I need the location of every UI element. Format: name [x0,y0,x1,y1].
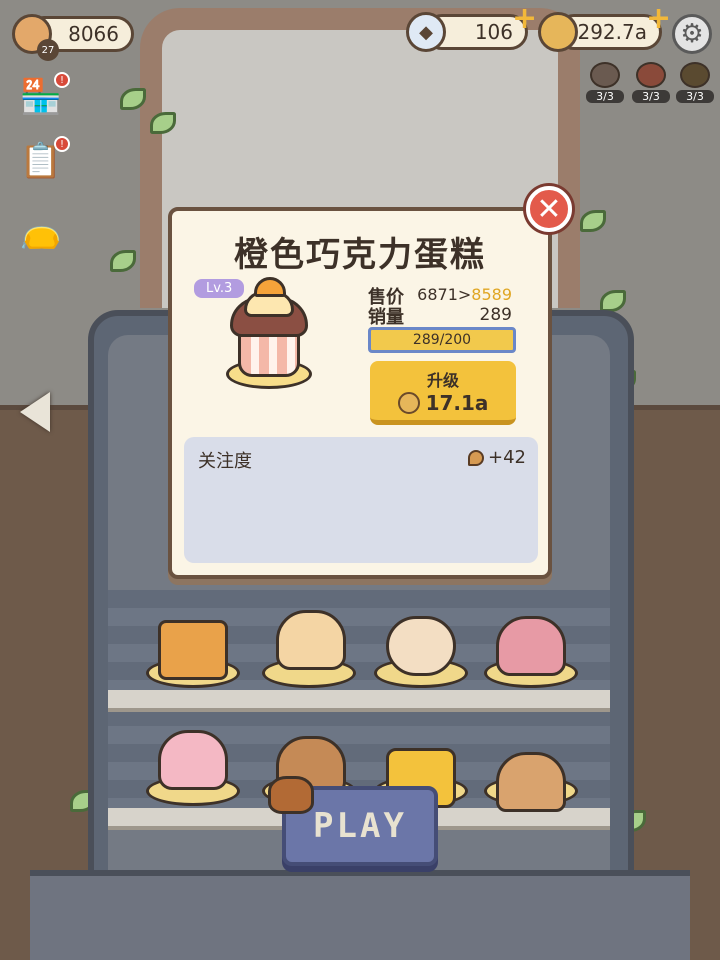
buff-slot[interactable]: 3/3 [586,62,624,106]
sales-label: 销量 [368,307,404,328]
waffle-dessert-item[interactable] [158,620,228,680]
coin-count: 292.7a [577,20,647,44]
upgrade-label: 升级 [426,370,459,390]
left-arrow-icon[interactable] [20,392,50,432]
notification-badge: ! [54,136,70,152]
buff-count: 3/3 [586,90,624,103]
player-level-badge: 27 [37,39,59,61]
buff-count: 3/3 [676,90,714,103]
bread-icon [268,776,314,814]
buff-icon [636,62,666,88]
gift-bag-icon[interactable]: 👝 [14,206,68,256]
bean-icon [468,449,484,466]
add-gems-button[interactable]: + [512,4,537,34]
shelf-board [108,690,610,712]
item-title: 橙色巧克力蛋糕 [234,235,486,275]
price-next: 8589 [471,285,512,304]
buff-icon [590,62,620,88]
coin-icon [397,391,420,414]
price-arrow: > [457,285,472,304]
upgrade-cost: 17.1a [397,390,489,415]
buff-icon [680,62,710,88]
settings-gear-icon[interactable]: ⚙ [672,14,712,54]
add-coins-button[interactable]: + [646,4,671,34]
bean-count: 8066 [68,22,119,46]
price-current: 6871 [417,285,458,304]
pudding-dessert-item[interactable] [276,610,346,670]
buff-slot[interactable]: 3/3 [676,62,714,106]
gem-count: 106 [474,20,513,44]
bear-bread-item[interactable] [386,616,456,676]
notification-badge: ! [54,72,70,88]
buff-count: 3/3 [632,90,670,103]
attention-value: +42 [468,447,526,468]
close-button[interactable]: ✕ [526,186,572,232]
attention-value-text: +42 [488,447,526,468]
shop-icon[interactable]: 🏪 ! [14,72,70,122]
ice-cream-cake-item[interactable] [158,730,228,790]
diamond-icon: ◆ [406,12,446,52]
strawberry-cake-item[interactable] [496,616,566,676]
buff-slot[interactable]: 3/3 [632,62,670,106]
sales-value: 289 [479,305,512,325]
attention-panel: 关注度 +42 [184,437,538,563]
task-list-icon[interactable]: 📋 ! [14,136,70,186]
attention-label: 关注度 [198,451,252,472]
upgrade-cost-value: 17.1a [425,390,489,415]
play-label: PLAY [313,806,407,846]
sales-progress-bar: 289/200 [368,327,516,353]
item-level-badge: Lv.3 [194,279,245,298]
coin-icon [538,12,578,52]
upgrade-button[interactable]: 升级 17.1a [370,361,516,425]
progress-text: 289/200 [412,332,472,348]
price-values: 6871>8589 [417,285,512,304]
pie-item[interactable] [496,752,566,812]
item-detail-popup: 橙色巧克力蛋糕 Lv.3 售价 6871>8589 销量 289 289/200… [168,207,552,579]
cabinet-base [30,870,690,960]
bean-icon[interactable]: 27 [12,14,59,61]
